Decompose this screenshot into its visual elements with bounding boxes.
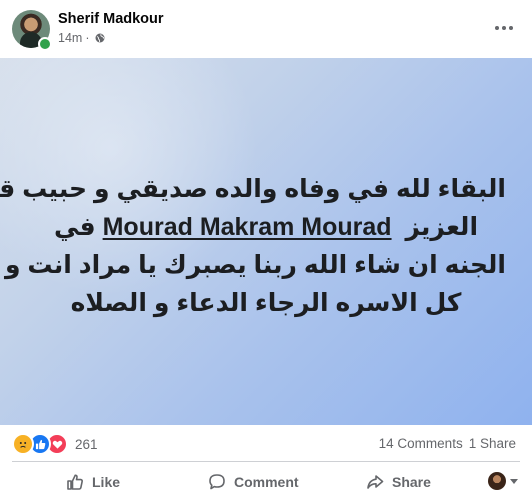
profile-selector[interactable] — [488, 472, 518, 490]
ellipsis-icon — [495, 26, 499, 30]
more-options-button[interactable] — [490, 14, 518, 42]
post-actions: Like Comment Share — [0, 465, 532, 498]
comments-count[interactable]: 14 Comments — [379, 436, 463, 451]
comment-bubble-icon — [209, 474, 225, 490]
comment-button[interactable]: Comment — [208, 469, 299, 495]
tagged-name[interactable]: Mourad Makram Mourad — [103, 213, 392, 241]
share-label: Share — [392, 474, 431, 490]
comment-label: Comment — [234, 474, 299, 490]
author-name[interactable]: Sherif Madkour — [58, 11, 164, 27]
facebook-post: Sherif Madkour 14m · البقاء لله في وفاه … — [0, 0, 532, 498]
meta-separator: · — [85, 31, 90, 45]
online-status-indicator — [38, 37, 52, 51]
post-text-line-3: الجنه ان شاء الله ربنا يصبرك يا مراد انت… — [4, 251, 506, 279]
share-arrow-icon — [367, 475, 384, 489]
post-text-line-1: البقاء لله في وفاه والده صديقي و حبيب قل… — [0, 175, 506, 203]
post-timestamp[interactable]: 14m — [58, 31, 82, 45]
ellipsis-icon — [509, 26, 513, 30]
post-text-line-2-suffix: في — [53, 213, 96, 241]
engagement-counts: 14 Comments 1 Share — [379, 436, 516, 451]
like-label: Like — [92, 474, 121, 490]
actions-divider — [12, 461, 520, 462]
post-image[interactable]: البقاء لله في وفاه والده صديقي و حبيب قل… — [0, 58, 532, 425]
reactions-summary[interactable]: 261 — [12, 433, 98, 455]
sad-icon — [12, 433, 34, 455]
shares-count[interactable]: 1 Share — [469, 436, 516, 451]
post-text-line-4: كل الاسره الرجاء الدعاء و الصلاه — [70, 289, 462, 317]
thumbs-up-icon — [67, 474, 83, 490]
ellipsis-icon — [502, 26, 506, 30]
post-meta: 14m · — [58, 31, 105, 45]
like-button[interactable]: Like — [66, 469, 120, 495]
post-text-line-2-prefix: العزيز — [405, 213, 479, 241]
share-button[interactable]: Share — [366, 469, 431, 495]
post-text-line-2: العزيز Mourad Makram Mourad في — [26, 208, 506, 246]
chevron-down-icon — [510, 478, 518, 484]
post-text: البقاء لله في وفاه والده صديقي و حبيب قل… — [0, 170, 506, 322]
reaction-count[interactable]: 261 — [75, 437, 98, 452]
post-header: Sherif Madkour 14m · — [0, 0, 532, 58]
globe-icon[interactable] — [95, 33, 105, 43]
profile-avatar — [488, 472, 506, 490]
